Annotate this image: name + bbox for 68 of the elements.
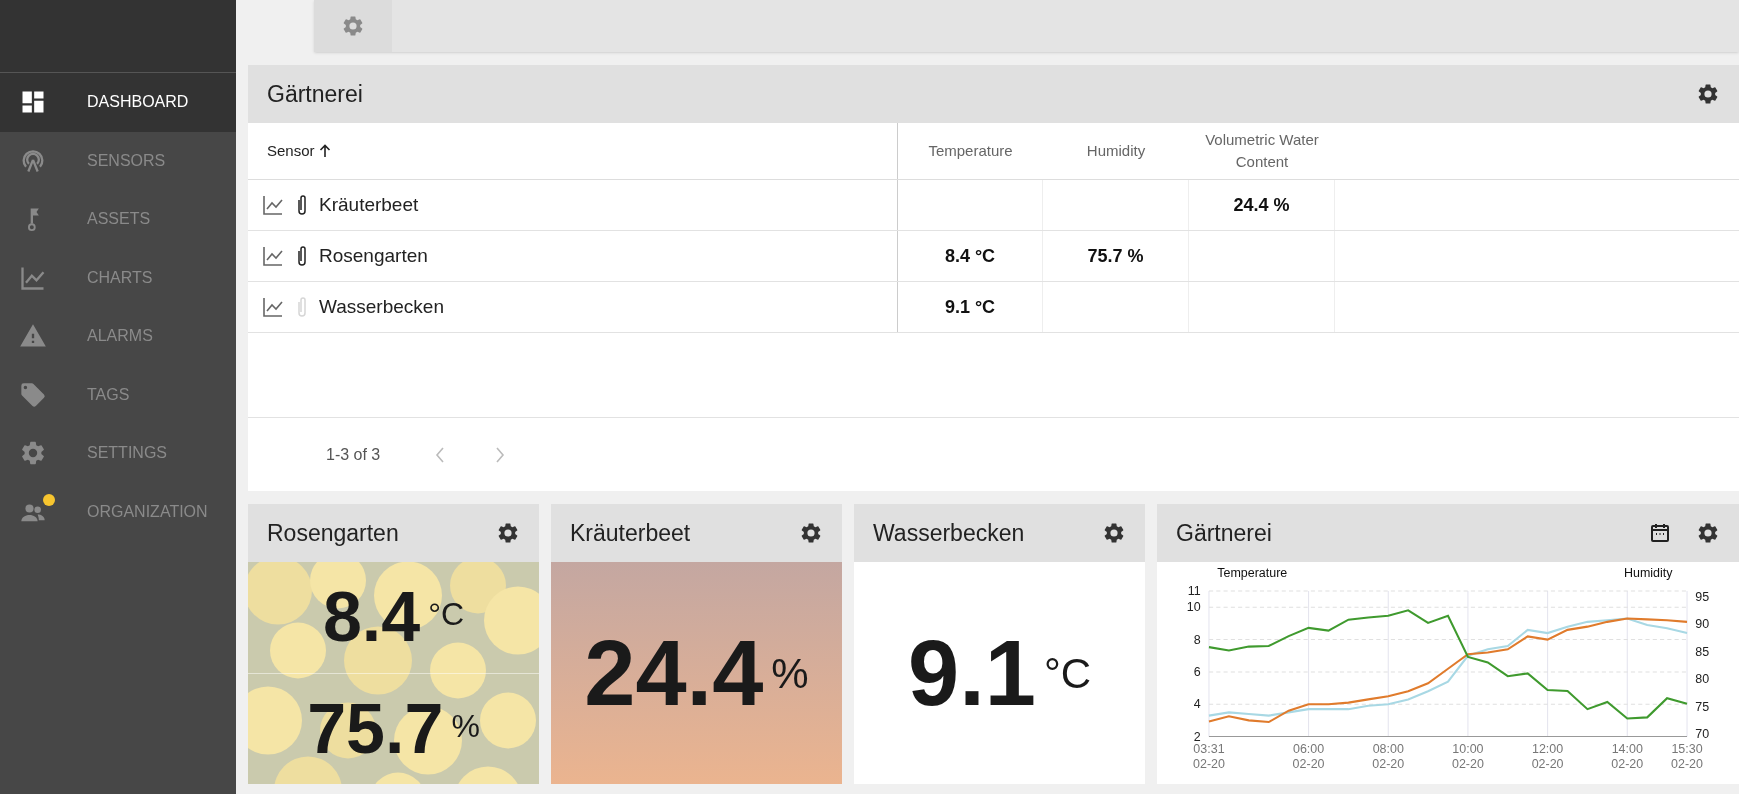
axis-title: Humidity [1624,565,1673,580]
axis-tick-label: 8 [1193,632,1201,647]
axis-tick-label: 6 [1193,665,1201,680]
settings-icon[interactable] [799,521,823,545]
pagination-range: 1-3 of 3 [326,444,381,465]
sensor-name: Wasserbecken [319,294,444,319]
tag-icon [19,380,47,409]
axis-tick-label: 10:00 02-20 [1451,742,1484,771]
sensor-name: Rosengarten [319,243,428,268]
settings-icon[interactable] [1696,521,1720,545]
axis-tick-label: 06:00 02-20 [1292,742,1325,771]
axis-tick-label: 14:00 02-20 [1611,742,1644,771]
nav-item[interactable]: TAGS [0,365,236,424]
panel-title: Rosengarten [267,518,400,548]
axis-tick-label: 2 [1193,729,1201,744]
line-chart-icon[interactable] [261,244,285,268]
panel-title: Kräuterbeet [570,518,692,548]
column-header[interactable]: Humidity [1043,123,1189,179]
axis-tick-label: 90 [1695,617,1710,632]
panel-title: Wasserbecken [873,518,1026,548]
reading-value: 9.1 [907,627,1036,719]
reading-value: 24.4 [584,627,764,719]
reading-value: 8.4 [322,582,421,653]
nav-item[interactable]: ASSETS [0,190,236,249]
column-header[interactable]: Sensor [248,123,898,179]
nav-item[interactable]: CHARTS [0,248,236,307]
settings-icon[interactable] [496,521,520,545]
reading-unit: % [451,706,480,746]
column-header[interactable]: Temperature [898,123,1043,179]
paperclip-icon[interactable] [295,193,309,217]
column-header[interactable]: Volumetric Water Content [1189,123,1335,179]
axis-tick-label: 12:00 02-20 [1531,742,1564,771]
reading-unit: °C [1043,649,1091,699]
settings-icon[interactable] [1696,82,1720,106]
sensor-name: Kräuterbeet [319,192,419,217]
paperclip-icon[interactable] [295,295,309,319]
line-chart-icon[interactable] [261,193,285,217]
axis-tick-label: 11 [1187,584,1201,599]
reading-value: 75.7 [307,693,444,764]
settings-icon[interactable] [1102,521,1126,545]
reading-unit: % [771,649,809,699]
nav-item[interactable]: DASHBOARD [0,73,236,132]
line-chart-icon[interactable] [261,295,285,319]
axis-tick-label: 15:30 02-20 [1671,742,1703,771]
table-cell-text: 9.1 °C [944,295,996,319]
calendar-icon[interactable] [1648,521,1672,545]
axis-tick-label: 03:31 02-20 [1193,742,1225,771]
axis-tick-label: 70 [1695,727,1710,741]
panel-title: Gärtnerei [267,79,364,109]
axis-tick-label: 75 [1695,699,1710,714]
table-cell-text: 8.4 °C [944,244,996,268]
paperclip-icon[interactable] [295,244,309,268]
nav-item[interactable]: SETTINGS [0,424,236,483]
axis-tick-label: 4 [1193,697,1201,712]
nav-item[interactable]: ORGANIZATION [0,482,236,541]
table-cell-text: 75.7 % [1087,244,1144,268]
axis-tick-label: 95 [1695,589,1710,604]
axis-tick-label: 10 [1186,600,1201,615]
axis-title: Temperature [1217,565,1288,580]
axis-tick-label: 08:00 02-20 [1372,742,1405,771]
axis-tick-label: 85 [1695,644,1710,659]
panel-title: Gärtnerei [1176,518,1273,548]
nav-item[interactable]: SENSORS [0,131,236,190]
axis-tick-label: 80 [1695,672,1710,687]
table-cell-text: 24.4 % [1233,193,1290,217]
reading-unit: °C [428,595,465,634]
settings-tab[interactable] [314,0,392,52]
nav-item[interactable]: ALARMS [0,307,236,366]
